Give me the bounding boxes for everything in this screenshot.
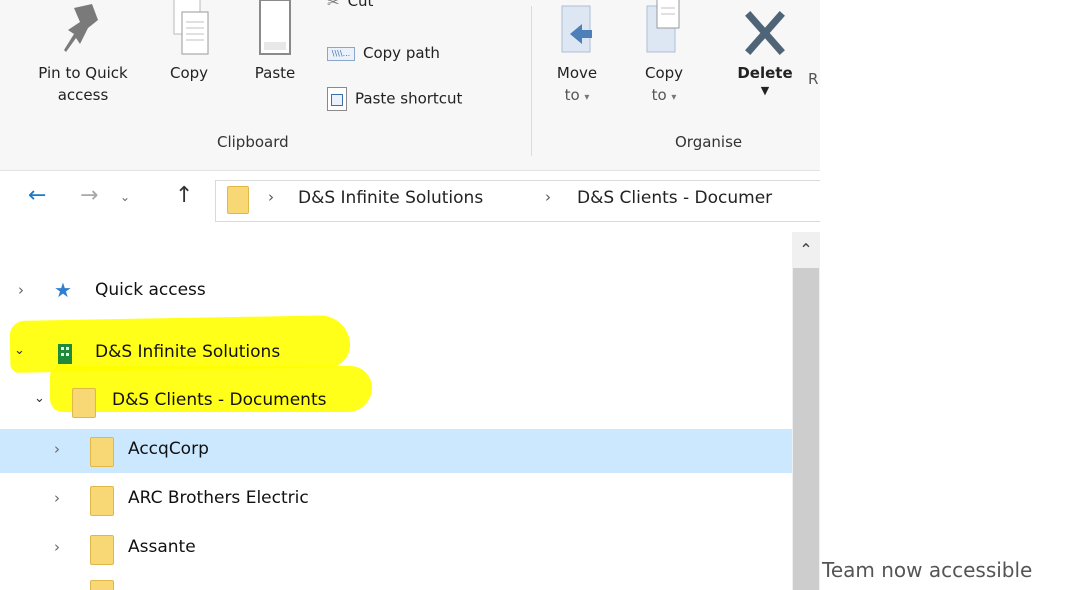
cut-button[interactable]: ✂ Cut <box>327 0 373 11</box>
pin-label-line1: Pin to Quick <box>38 64 128 82</box>
folder-icon <box>90 580 114 590</box>
scroll-up-arrow-icon[interactable]: ⌃ <box>792 240 820 259</box>
forward-arrow-icon[interactable]: → <box>80 183 98 208</box>
tree-item-label: AccqCorp <box>128 439 209 459</box>
up-arrow-icon[interactable]: ↑ <box>175 183 193 208</box>
organization-building-icon <box>58 344 72 364</box>
pin-to-quick-access-button[interactable]: Pin to Quick access <box>18 0 148 106</box>
cut-label: Cut <box>347 0 374 10</box>
breadcrumb-separator-icon: › <box>545 188 551 206</box>
tree-item-folder[interactable]: › AccqCorp <box>0 429 792 473</box>
tree-item-label: D&S Infinite Solutions <box>95 342 281 362</box>
copy-button[interactable]: Copy <box>160 0 218 84</box>
delete-button[interactable]: Delete ▼ <box>728 0 802 98</box>
tree-item-label: D&S Clients - Documents <box>112 390 327 410</box>
pin-label-line2: access <box>57 86 109 104</box>
pin-icon <box>64 4 98 52</box>
chevron-down-icon[interactable]: ⌄ <box>34 391 45 406</box>
copy-path-icon: \\\\... <box>327 46 355 61</box>
scrollbar-thumb[interactable] <box>793 268 819 590</box>
paste-shortcut-label: Paste shortcut <box>355 89 463 108</box>
breadcrumb-item[interactable]: D&S Infinite Solutions <box>298 188 483 208</box>
ribbon: Pin to Quick access Copy Paste ✂ Cut \\\… <box>0 0 820 171</box>
tree-item-folder[interactable]: › ARC Brothers Electric <box>0 478 792 522</box>
tree-item-library[interactable]: ⌄ D&S Clients - Documents <box>0 380 792 424</box>
paste-label: Paste <box>254 64 296 82</box>
recent-locations-chevron-icon[interactable]: ⌄ <box>120 190 130 204</box>
folder-icon <box>90 437 114 467</box>
file-explorer-window: Pin to Quick access Copy Paste ✂ Cut \\\… <box>0 0 820 590</box>
breadcrumb-item[interactable]: D&S Clients - Documer <box>577 188 772 208</box>
folder-icon <box>90 486 114 516</box>
paste-icon <box>259 0 291 55</box>
dropdown-caret-icon: ▼ <box>760 84 770 97</box>
copy-path-button[interactable]: \\\\... Copy path <box>327 44 440 62</box>
tree-item-org[interactable]: ⌄ D&S Infinite Solutions <box>0 332 792 376</box>
move-to-button[interactable]: Move to ▾ <box>549 0 605 109</box>
paste-shortcut-button[interactable]: Paste shortcut <box>327 87 462 111</box>
dropdown-caret-icon: ▾ <box>671 92 677 103</box>
back-arrow-icon[interactable]: ← <box>28 183 46 208</box>
move-to-label-line2: to <box>564 86 580 104</box>
chevron-right-icon[interactable]: › <box>54 440 60 458</box>
delete-x-icon <box>745 11 785 55</box>
folder-icon <box>90 535 114 565</box>
chevron-right-icon[interactable]: › <box>54 489 60 507</box>
breadcrumb-separator-icon: › <box>268 188 274 206</box>
move-to-icon <box>561 5 592 53</box>
delete-label: Delete <box>737 64 793 82</box>
tree-item-label: Assante <box>128 537 196 557</box>
copy-label: Copy <box>169 64 209 82</box>
chevron-down-icon[interactable]: ⌄ <box>14 343 25 358</box>
clipboard-group-label: Clipboard <box>217 133 289 151</box>
paste-button[interactable]: Paste <box>240 0 310 84</box>
caption-text: Team now accessible <box>822 558 1033 582</box>
copy-to-label-line1: Copy <box>644 64 684 82</box>
tree-item-folder[interactable]: › Assante <box>0 527 792 571</box>
copy-to-button[interactable]: Copy to ▾ <box>636 0 692 109</box>
copy-to-label-line2: to <box>651 86 667 104</box>
copy-path-label: Copy path <box>363 44 440 62</box>
tree-item-label: ARC Brothers Electric <box>128 488 309 508</box>
rename-button[interactable]: R <box>808 68 820 90</box>
move-to-label-line1: Move <box>556 64 598 82</box>
folder-icon <box>227 186 249 214</box>
folder-icon <box>72 388 96 418</box>
dropdown-caret-icon: ▾ <box>584 92 590 103</box>
copy-to-icon <box>646 0 680 53</box>
copy-icon <box>173 0 209 55</box>
tree-item-label: Quick access <box>95 280 206 300</box>
paste-shortcut-icon <box>327 87 347 111</box>
organise-group-label: Organise <box>675 133 743 151</box>
rename-label-partial: R <box>808 70 819 88</box>
quick-access-star-icon: ★ <box>54 278 72 302</box>
chevron-right-icon[interactable]: › <box>54 538 60 556</box>
ribbon-group-divider <box>531 6 532 156</box>
tree-item-quick-access[interactable]: › ★ Quick access <box>0 270 792 314</box>
scissors-icon: ✂ <box>327 0 340 11</box>
chevron-right-icon[interactable]: › <box>18 281 24 299</box>
